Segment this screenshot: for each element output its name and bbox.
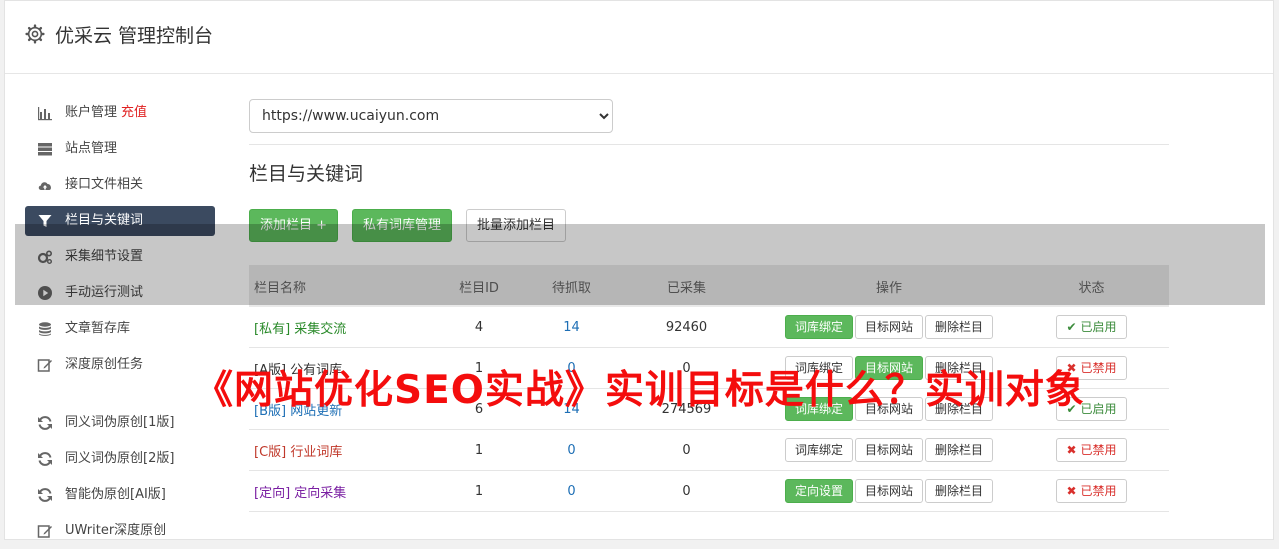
recharge-link[interactable]: 充值 — [121, 105, 147, 120]
status-cell: ✔ 已启用 — [1014, 307, 1169, 348]
sidebar-item-label: 文章暂存库 — [65, 321, 131, 336]
table-row: [C版] 行业词库 1 0 0 词库绑定 目标网站 删除栏目 ✖ 已禁用 — [249, 429, 1169, 471]
status-label: 已启用 — [1080, 320, 1117, 334]
section-title: 栏目与关键词 — [249, 163, 364, 185]
cross-icon: ✖ — [1066, 443, 1077, 457]
table-row: [私有] 采集交流 4 14 92460 词库绑定 目标网站 删除栏目 ✔ 已启用 — [249, 307, 1169, 348]
target-site-button[interactable]: 目标网站 — [854, 438, 923, 462]
table-row: [定向] 定向采集 1 0 0 定向设置 目标网站 删除栏目 ✖ 已禁用 — [249, 470, 1169, 512]
sidebar-item-interface[interactable]: 接口文件相关 — [25, 167, 215, 203]
column-id: 1 — [424, 470, 534, 512]
cloud-upload-icon — [38, 182, 51, 190]
cross-icon: ✖ — [1066, 484, 1077, 498]
sidebar-item-synonym-v2[interactable]: 同义词伪原创[2版] — [25, 441, 215, 477]
sidebar-item-uwriter[interactable]: UWriter深度原创 — [25, 513, 215, 549]
sidebar: 账户管理 充值 站点管理 接口文件相关 栏目与关键词 采集细节设置 手动运行测试 … — [25, 95, 215, 549]
status-cell: ✖ 已禁用 — [1014, 429, 1169, 471]
delete-column-button[interactable]: 删除栏目 — [925, 479, 994, 503]
status-label: 已禁用 — [1080, 443, 1117, 457]
bind-lib-button[interactable]: 词库绑定 — [784, 438, 853, 462]
pending-count: 0 — [534, 470, 609, 512]
refresh-icon — [38, 488, 52, 502]
status-label: 已禁用 — [1080, 484, 1117, 498]
target-site-button[interactable]: 目标网站 — [854, 479, 923, 503]
sidebar-item-ai-rewrite[interactable]: 智能伪原创[AI版] — [25, 477, 215, 513]
column-name-link[interactable]: [定向] 定向采集 — [249, 470, 424, 512]
sidebar-item-label: 接口文件相关 — [65, 177, 144, 192]
pending-count: 14 — [534, 307, 609, 348]
bar-chart-icon — [38, 107, 52, 121]
actions-cell: 词库绑定 目标网站 删除栏目 — [764, 429, 1014, 471]
site-select[interactable]: https://www.ucaiyun.com — [249, 99, 613, 133]
collected-count: 92460 — [609, 307, 764, 348]
check-icon: ✔ — [1066, 320, 1077, 334]
article-title-banner: 《网站优化SEO实战》实训目标是什么？实训对象 — [194, 368, 1085, 413]
sidebar-item-label: 账户管理 — [65, 105, 118, 120]
sidebar-item-label: 智能伪原创[AI版] — [65, 487, 166, 502]
database-icon — [39, 322, 51, 336]
actions-cell: 词库绑定 目标网站 删除栏目 — [764, 307, 1014, 348]
main-content: https://www.ucaiyun.com 栏目与关键词 添加栏目 + 私有… — [249, 99, 1169, 512]
target-site-button[interactable]: 目标网站 — [854, 315, 923, 339]
sidebar-item-label: 同义词伪原创[1版] — [65, 415, 175, 430]
sidebar-item-article-store[interactable]: 文章暂存库 — [25, 311, 215, 347]
refresh-icon — [38, 452, 52, 466]
edit-icon — [37, 525, 52, 538]
gear-icon — [25, 24, 45, 44]
pending-count: 0 — [534, 429, 609, 471]
collected-count: 0 — [609, 470, 764, 512]
page-title: 优采云 管理控制台 — [55, 25, 214, 47]
delete-column-button[interactable]: 删除栏目 — [925, 315, 994, 339]
delete-column-button[interactable]: 删除栏目 — [925, 438, 994, 462]
header: 优采云 管理控制台 — [5, 1, 1273, 74]
sidebar-item-label: UWriter深度原创 — [65, 523, 167, 538]
column-id: 1 — [424, 429, 534, 471]
column-id: 4 — [424, 307, 534, 348]
column-name-link[interactable]: [C版] 行业词库 — [249, 429, 424, 471]
refresh-icon — [38, 416, 52, 430]
status-toggle[interactable]: ✖ 已禁用 — [1055, 479, 1128, 503]
status-toggle[interactable]: ✔ 已启用 — [1055, 315, 1128, 339]
status-toggle[interactable]: ✖ 已禁用 — [1055, 438, 1128, 462]
actions-cell: 定向设置 目标网站 删除栏目 — [764, 470, 1014, 512]
column-name-link[interactable]: [私有] 采集交流 — [249, 307, 424, 348]
bind-lib-button[interactable]: 词库绑定 — [784, 315, 853, 339]
sidebar-item-label: 同义词伪原创[2版] — [65, 451, 175, 466]
bind-lib-button[interactable]: 定向设置 — [784, 479, 853, 503]
dim-overlay — [15, 224, 1265, 305]
sidebar-item-account[interactable]: 账户管理 充值 — [25, 95, 215, 131]
sidebar-item-sites[interactable]: 站点管理 — [25, 131, 215, 167]
status-cell: ✖ 已禁用 — [1014, 470, 1169, 512]
server-icon — [38, 143, 52, 156]
divider — [249, 144, 1169, 145]
collected-count: 0 — [609, 429, 764, 471]
sidebar-item-label: 站点管理 — [65, 141, 118, 156]
